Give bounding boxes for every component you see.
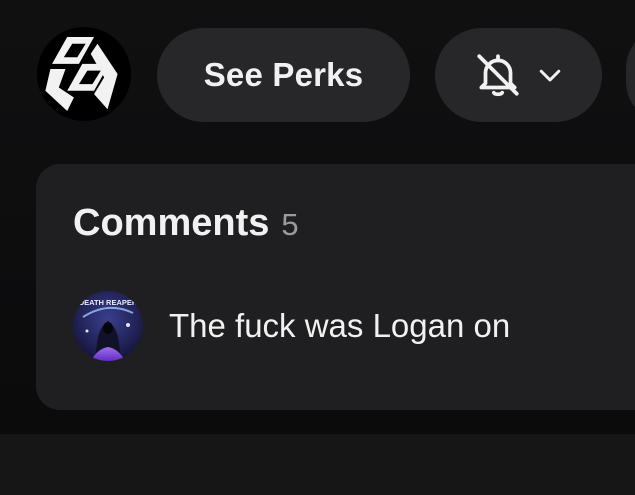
comments-count: 5 [281, 207, 299, 242]
death-reaper-avatar-image: DEATH REAPER [73, 291, 143, 361]
bell-off-icon [476, 54, 519, 97]
top-comment[interactable]: DEATH REAPER The fuck was Logan on [73, 291, 510, 361]
more-actions-button[interactable] [626, 28, 635, 122]
comments-title: Comments [73, 202, 270, 244]
see-perks-button[interactable]: See Perks [157, 28, 410, 122]
comments-section[interactable]: Comments 5 DEATH REAPER The fuck was Log… [36, 164, 635, 410]
page: See Perks Comments 5 DEATH REAPER The fu… [0, 0, 635, 495]
commenter-avatar[interactable]: DEATH REAPER [73, 291, 143, 361]
see-perks-label: See Perks [203, 56, 364, 93]
comment-text: The fuck was Logan on [169, 307, 511, 344]
next-section-strip [0, 434, 635, 495]
avatar-wordmark: DEATH REAPER [79, 298, 138, 307]
comments-heading: Comments 5 [73, 202, 299, 245]
channel-avatar[interactable] [37, 27, 131, 121]
notification-settings-button[interactable] [435, 28, 602, 122]
geometric-cube-logo-icon [45, 37, 118, 111]
chevron-down-icon [539, 69, 560, 82]
